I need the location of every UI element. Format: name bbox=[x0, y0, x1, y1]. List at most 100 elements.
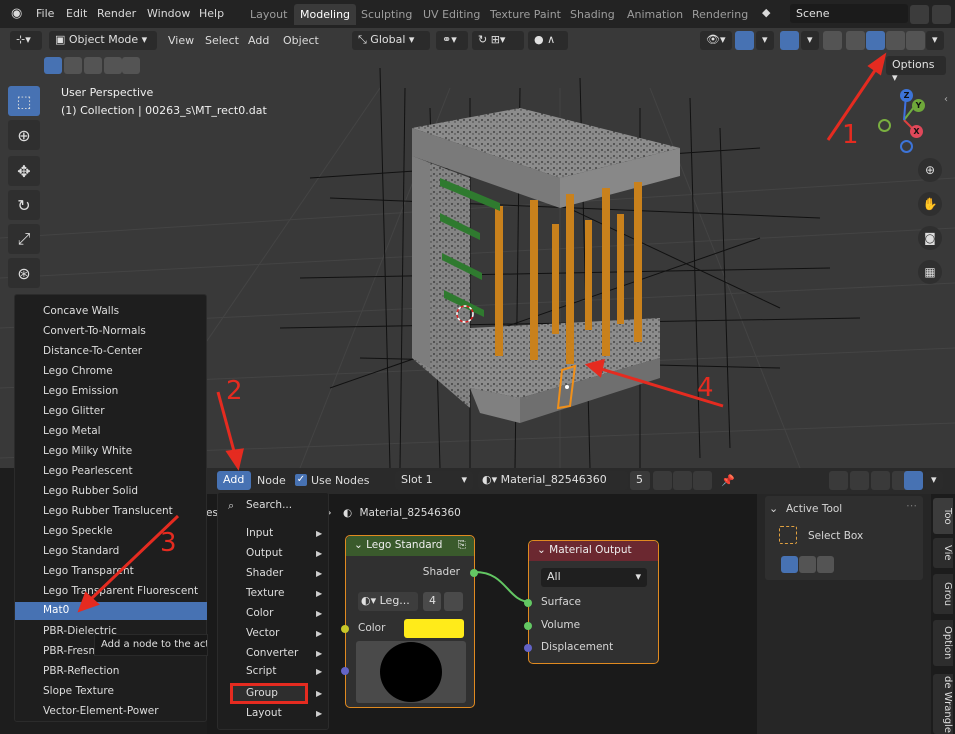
node-menu[interactable]: Node bbox=[257, 474, 286, 487]
workspace-tab-rendering[interactable]: Rendering bbox=[692, 8, 748, 21]
panel-collapse-icon[interactable]: ⌄ bbox=[769, 502, 778, 515]
menu-item-concave-walls[interactable]: Concave Walls bbox=[43, 305, 119, 317]
lego-standard-node-header[interactable]: ⌄ Lego Standard ⎘ bbox=[346, 536, 474, 556]
output-target-dropdown[interactable]: All ▾ bbox=[541, 568, 647, 587]
overlays-dropdown[interactable]: ▾ bbox=[801, 31, 819, 50]
gizmo-dropdown[interactable]: ▾ bbox=[756, 31, 774, 50]
visibility-dropdown[interactable]: 👁▾ bbox=[700, 31, 732, 50]
select-intersect-mode-button[interactable] bbox=[122, 57, 140, 74]
menu-add[interactable]: Add bbox=[248, 34, 269, 47]
material-output-node[interactable]: ⌄ Material Output All ▾ Surface Volume Di… bbox=[524, 540, 659, 664]
volume-input-socket[interactable] bbox=[524, 622, 532, 630]
tab-group[interactable]: Grou bbox=[933, 574, 953, 614]
menu-item-lego-pearlescent[interactable]: Lego Pearlescent bbox=[43, 465, 133, 477]
delete-scene-button[interactable] bbox=[932, 5, 951, 24]
object-mode-dropdown[interactable]: ▣ Object Mode ▾ bbox=[49, 31, 157, 50]
fake-user-button[interactable] bbox=[653, 471, 672, 490]
options-dropdown[interactable]: Options ▾ bbox=[886, 56, 946, 84]
overlays-toggle-button[interactable] bbox=[780, 31, 799, 50]
menu-item-lego-metal[interactable]: Lego Metal bbox=[43, 425, 101, 437]
duplicate-material-button[interactable] bbox=[673, 471, 692, 490]
slot-dropdown[interactable]: Slot 1 ▾ bbox=[395, 471, 473, 490]
menu-item-lego-rubber-translucent[interactable]: Lego Rubber Translucent bbox=[43, 505, 173, 517]
solid-shading-button[interactable] bbox=[866, 31, 885, 50]
material-users-count[interactable]: 5 bbox=[630, 471, 650, 490]
sidebar-expand-icon[interactable]: ‹ bbox=[944, 94, 948, 105]
transform-orientation-dropdown[interactable]: ⤡ Global ▾ bbox=[352, 31, 430, 50]
group-fake-user-button[interactable] bbox=[444, 592, 463, 611]
scale-tool[interactable]: ⤢ bbox=[8, 224, 40, 254]
pivot-point-dropdown[interactable]: ⚭▾ bbox=[436, 31, 468, 50]
workspace-tab-animation[interactable]: Animation bbox=[627, 8, 683, 21]
node-overlays-button[interactable] bbox=[904, 471, 923, 490]
workspace-tab-layout[interactable]: Layout bbox=[250, 8, 287, 21]
add-menu-script[interactable]: Script bbox=[246, 665, 276, 677]
select-box-icon[interactable] bbox=[779, 526, 797, 544]
rotate-tool[interactable]: ↻ bbox=[8, 190, 40, 220]
color-input-socket[interactable] bbox=[341, 625, 349, 633]
tab-options[interactable]: Option bbox=[933, 620, 953, 666]
add-menu-button[interactable]: Add bbox=[217, 471, 251, 490]
tab-tool[interactable]: Too bbox=[933, 498, 953, 534]
transform-tool[interactable]: ⊛ bbox=[8, 258, 40, 288]
menu-object[interactable]: Object bbox=[283, 34, 319, 47]
menu-window[interactable]: Window bbox=[147, 7, 190, 20]
group-users-count[interactable]: 4 bbox=[423, 592, 441, 611]
scene-icon[interactable]: ◆ bbox=[762, 6, 770, 19]
parent-node-tree-button[interactable] bbox=[829, 471, 848, 490]
add-menu-vector[interactable]: Vector bbox=[246, 627, 279, 639]
add-menu-output[interactable]: Output bbox=[246, 547, 282, 559]
add-menu-texture[interactable]: Texture bbox=[246, 587, 284, 599]
wireframe-shading-button[interactable] bbox=[846, 31, 865, 50]
color-swatch[interactable] bbox=[404, 619, 464, 638]
shader-output-socket[interactable] bbox=[470, 569, 478, 577]
xray-toggle-button[interactable] bbox=[823, 31, 842, 50]
rendered-shading-button[interactable] bbox=[906, 31, 925, 50]
new-scene-button[interactable] bbox=[910, 5, 929, 24]
menu-help[interactable]: Help bbox=[199, 7, 224, 20]
menu-item-slope-texture[interactable]: Slope Texture bbox=[43, 685, 114, 697]
snap-element-button[interactable] bbox=[871, 471, 890, 490]
scene-selector[interactable]: Scene bbox=[790, 4, 908, 23]
displacement-input-socket[interactable] bbox=[524, 644, 532, 652]
menu-edit[interactable]: Edit bbox=[66, 7, 87, 20]
menu-item-lego-standard[interactable]: Lego Standard bbox=[43, 545, 119, 557]
select-extend-mode-button[interactable] bbox=[799, 556, 816, 573]
navigation-gizmo[interactable]: Z Y X bbox=[866, 82, 946, 158]
menu-item-lego-transparent-fluorescent[interactable]: Lego Transparent Fluorescent bbox=[43, 585, 198, 597]
workspace-tab-sculpting[interactable]: Sculpting bbox=[361, 8, 412, 21]
add-menu-input[interactable]: Input bbox=[246, 527, 273, 539]
node-group-selector[interactable]: ◐▾ Leg... bbox=[358, 592, 418, 611]
menu-item-lego-milky-white[interactable]: Lego Milky White bbox=[43, 445, 132, 457]
gizmo-neg-y-icon[interactable] bbox=[878, 119, 891, 132]
select-extend-mode-button[interactable] bbox=[64, 57, 82, 74]
gizmo-x-icon[interactable]: X bbox=[910, 125, 923, 138]
add-menu-color[interactable]: Color bbox=[246, 607, 273, 619]
add-menu-shader[interactable]: Shader bbox=[246, 567, 283, 579]
select-box-tool[interactable]: ⬚ bbox=[8, 86, 40, 116]
node-overlays-dropdown[interactable]: ▾ bbox=[925, 471, 943, 490]
menu-item-lego-transparent[interactable]: Lego Transparent bbox=[43, 565, 134, 577]
unlink-material-button[interactable] bbox=[693, 471, 712, 490]
select-subtract-mode-button[interactable] bbox=[817, 556, 834, 573]
menu-select[interactable]: Select bbox=[205, 34, 239, 47]
select-subtract-mode-button[interactable] bbox=[84, 57, 102, 74]
gizmo-y-icon[interactable]: Y bbox=[912, 99, 925, 112]
add-menu-search[interactable]: Search... bbox=[246, 499, 292, 511]
menu-item-distance-to-center[interactable]: Distance-To-Center bbox=[43, 345, 142, 357]
camera-view-button[interactable]: ◙ bbox=[918, 226, 942, 250]
menu-item-mat0[interactable]: Mat0 bbox=[15, 602, 207, 620]
pin-icon[interactable]: 📌 bbox=[721, 474, 735, 487]
tab-node-wrangler[interactable]: de Wrangle bbox=[933, 674, 953, 734]
surface-input-socket[interactable] bbox=[524, 599, 532, 607]
snap-dropdown[interactable]: ↻ ⊞▾ bbox=[472, 31, 524, 50]
menu-view[interactable]: View bbox=[168, 34, 194, 47]
vector-input-socket[interactable] bbox=[341, 667, 349, 675]
select-invert-mode-button[interactable] bbox=[104, 57, 122, 74]
add-menu-group[interactable]: Group bbox=[246, 687, 278, 699]
zoom-button[interactable]: ⊕ bbox=[918, 158, 942, 182]
gizmo-toggle-button[interactable] bbox=[735, 31, 754, 50]
cursor-tool[interactable]: ⊕ bbox=[8, 120, 40, 150]
menu-item-lego-speckle[interactable]: Lego Speckle bbox=[43, 525, 113, 537]
snap-toggle-button[interactable] bbox=[850, 471, 869, 490]
